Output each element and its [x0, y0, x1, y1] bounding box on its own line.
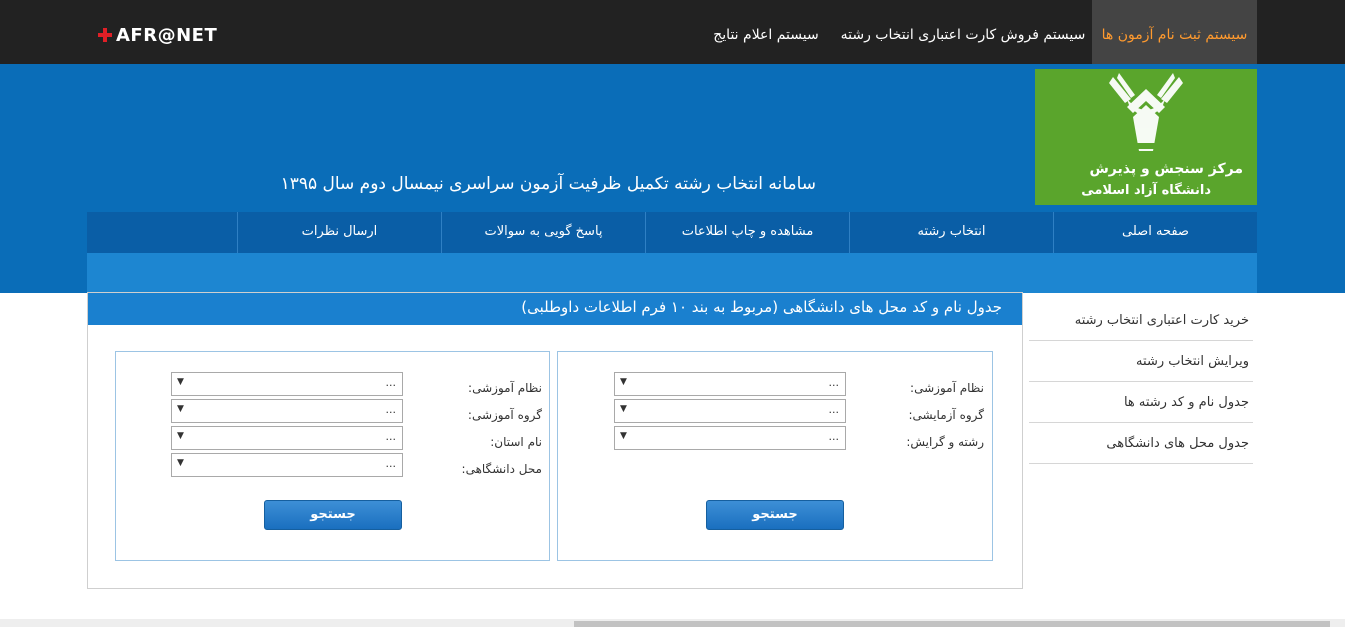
university-location-select[interactable]: ▼ ...	[171, 453, 403, 477]
field-label: نظام آموزشی:	[910, 381, 984, 395]
dropdown-arrow-icon: ▼	[177, 431, 184, 441]
sidebar-item-university-locations[interactable]: جدول محل های دانشگاهی	[1029, 423, 1253, 464]
sub-bar	[87, 253, 1257, 293]
dropdown-arrow-icon: ▼	[177, 404, 184, 414]
sidebar-item-buy-card[interactable]: خرید کارت اعتباری انتخاب رشته	[1029, 300, 1253, 341]
top-bar: AFR@NET سیستم ثبت نام آزمون ها سیستم فرو…	[0, 0, 1345, 64]
main-nav: صفحه اصلی انتخاب رشته مشاهده و چاپ اطلاع…	[87, 212, 1257, 253]
field-label: رشته و گرایش:	[906, 435, 984, 449]
nav-field-selection[interactable]: انتخاب رشته	[849, 212, 1053, 253]
topnav-credit-card-sales[interactable]: سیستم فروش کارت اعتباری انتخاب رشته	[838, 0, 1088, 64]
plus-icon	[98, 28, 112, 42]
afranet-logo[interactable]: AFR@NET	[98, 24, 217, 46]
topnav-results[interactable]: سیستم اعلام نتایج	[705, 0, 827, 64]
dropdown-arrow-icon: ▼	[177, 458, 184, 468]
dropdown-arrow-icon: ▼	[620, 377, 627, 387]
education-group-select[interactable]: ▼ ...	[171, 399, 403, 423]
nav-faq[interactable]: پاسخ گویی به سوالات	[441, 212, 645, 253]
logo-line-1: مرکز سنجش و پذیرش	[1089, 161, 1243, 177]
nav-feedback[interactable]: ارسال نظرات	[237, 212, 441, 253]
search-button[interactable]: جستجو	[706, 500, 844, 530]
nav-home[interactable]: صفحه اصلی	[1053, 212, 1257, 253]
sidebar-item-field-codes[interactable]: جدول نام و کد رشته ها	[1029, 382, 1253, 423]
scrollbar-thumb[interactable]	[574, 621, 1330, 627]
topnav-exam-registration[interactable]: سیستم ثبت نام آزمون ها	[1092, 0, 1257, 64]
search-button[interactable]: جستجو	[264, 500, 402, 530]
field-label: محل دانشگاهی:	[461, 462, 542, 476]
field-label: نام استان:	[490, 435, 542, 449]
field-label: گروه آزمایشی:	[908, 408, 984, 422]
exam-group-select[interactable]: ▼ ...	[614, 399, 846, 423]
sidebar: خرید کارت اعتباری انتخاب رشته ویرایش انت…	[1029, 300, 1253, 464]
brand-text: AFR@NET	[116, 24, 218, 46]
content-box: جدول نام و کد محل های دانشگاهی (مربوط به…	[87, 292, 1023, 589]
content-title: جدول نام و کد محل های دانشگاهی (مربوط به…	[88, 293, 1022, 325]
education-system-select[interactable]: ▼ ...	[171, 372, 403, 396]
field-label: نظام آموزشی:	[468, 381, 542, 395]
nav-view-print[interactable]: مشاهده و چاپ اطلاعات	[645, 212, 849, 253]
field-major-select[interactable]: ▼ ...	[614, 426, 846, 450]
university-logo: مرکز سنجش و پذیرش دانشگاه آزاد اسلامی	[1035, 69, 1257, 205]
search-panel-left: نظام آموزشی: ▼ ... گروه آموزشی: ▼ ... نا…	[115, 351, 550, 561]
dropdown-arrow-icon: ▼	[620, 404, 627, 414]
sidebar-item-edit-selection[interactable]: ویرایش انتخاب رشته	[1029, 341, 1253, 382]
logo-line-2: دانشگاه آزاد اسلامی	[1081, 183, 1211, 198]
horizontal-scrollbar[interactable]	[0, 619, 1345, 627]
education-system-select[interactable]: ▼ ...	[614, 372, 846, 396]
search-panel-right: نظام آموزشی: ▼ ... گروه آزمایشی: ▼ ... ر…	[557, 351, 993, 561]
province-select[interactable]: ▼ ...	[171, 426, 403, 450]
page-title: سامانه انتخاب رشته تکمیل ظرفیت آزمون سرا…	[280, 174, 816, 194]
dropdown-arrow-icon: ▼	[177, 377, 184, 387]
dropdown-arrow-icon: ▼	[620, 431, 627, 441]
field-label: گروه آموزشی:	[467, 408, 542, 422]
